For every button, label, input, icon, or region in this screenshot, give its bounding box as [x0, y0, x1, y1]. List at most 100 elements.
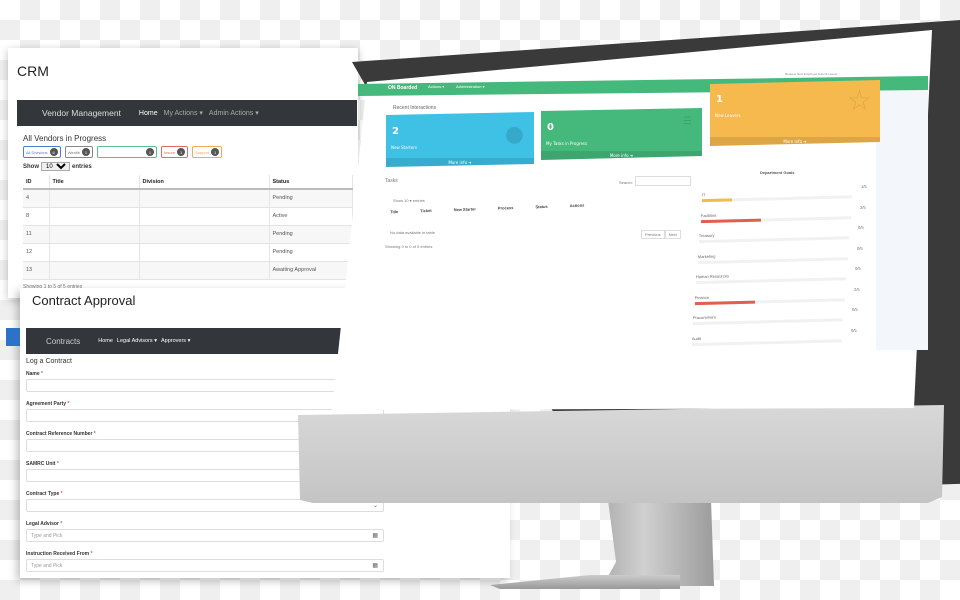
goal-progress-track	[700, 215, 851, 223]
monitor-stand	[596, 500, 714, 586]
required-mark: *	[67, 401, 70, 407]
filter-insure[interactable]: Insure 1	[160, 146, 189, 158]
page-length-select[interactable]: 10	[41, 162, 70, 171]
previous-button[interactable]: Previous	[641, 230, 665, 239]
table-row[interactable]: 11 Pending	[23, 225, 353, 244]
cell-status: Active	[269, 207, 353, 226]
field-instruction-received-from: Instruction Received From * Type and Pic…	[26, 549, 386, 579]
dashboard-nav-actions[interactable]: Actions ▾	[428, 84, 444, 89]
table-row[interactable]: 13 Awaiting Approval	[23, 261, 353, 280]
legal-advisor-picker[interactable]: Type and Pick ▦	[26, 529, 384, 542]
tile-my-tasks[interactable]: ☰ 0 My Tasks in Progress More info ➜	[541, 108, 702, 160]
filter-label: Support	[195, 149, 210, 155]
search-label: Search:	[619, 180, 633, 185]
cell-title	[49, 189, 140, 208]
cell-title	[49, 261, 140, 280]
cell-id: 12	[23, 243, 50, 262]
address-book-icon[interactable]: ▦	[372, 532, 378, 539]
goal-name: Procurement	[692, 314, 716, 321]
crm-title: CRM	[17, 63, 49, 79]
empty-table-message: No data available in table	[390, 230, 435, 235]
tile-label: My Tasks in Progress	[546, 141, 588, 146]
goal-value: 0/5	[856, 245, 863, 251]
goal-name: Audit	[691, 335, 701, 341]
goal-progress-fill	[694, 300, 755, 305]
column-header-division[interactable]: Division	[139, 175, 270, 190]
contract-title: Contract Approval	[32, 293, 136, 308]
cell-id: 4	[23, 189, 50, 208]
more-info-link[interactable]: More info ➜	[386, 160, 534, 165]
column-header-actions[interactable]: Actions	[570, 203, 585, 209]
cell-title	[49, 243, 140, 262]
cell-id: 8	[23, 207, 50, 226]
crm-navbar: Vendor Management Home My Actions ▾ Admi…	[17, 100, 357, 126]
filter-support[interactable]: Support 1	[192, 146, 223, 158]
goal-value: 2/5	[853, 286, 860, 292]
cell-division	[139, 207, 270, 226]
tile-value: 0	[547, 122, 554, 133]
column-header-title[interactable]: Title	[49, 175, 140, 190]
contract-nav-home[interactable]: Home	[98, 338, 113, 344]
contract-nav-approvers[interactable]: Approvers ▾	[161, 338, 190, 344]
tasks-search-input[interactable]	[635, 176, 691, 186]
required-mark: *	[90, 551, 93, 557]
column-header-status[interactable]: Status	[535, 204, 547, 209]
column-header-new-starter[interactable]: New Starter	[454, 206, 476, 212]
monitor-chin	[298, 405, 944, 503]
label-text: Legal Advisor	[26, 521, 59, 527]
contract-brand[interactable]: Contracts	[46, 337, 80, 346]
goal-name: Marketing	[697, 253, 715, 259]
tile-new-leavers[interactable]: ☆ 1 New Leavers More info ➜	[710, 80, 880, 146]
cell-division	[139, 189, 270, 208]
goals-title: Department Goals	[760, 170, 795, 175]
table-row[interactable]: 8 Active	[23, 207, 353, 226]
cell-division	[139, 261, 270, 280]
filter-wealth[interactable]: Wealth 1	[64, 146, 93, 158]
list-icon: ☰	[683, 116, 692, 127]
filter-all-divisions[interactable]: All Divisions 6	[23, 146, 61, 158]
goal-progress-track	[698, 236, 849, 244]
section-title: All Vendors in Progress	[23, 134, 107, 143]
goal-value: 1/5	[861, 183, 867, 189]
table-row[interactable]: 12 Pending	[23, 243, 353, 262]
goal-name: Finance	[694, 294, 709, 300]
tasks-title: Tasks	[385, 178, 398, 184]
field-label: Name *	[26, 369, 386, 379]
label-text: Instruction Received From	[26, 551, 90, 557]
column-header-process[interactable]: Process	[498, 205, 514, 211]
dashboard-nav-administration[interactable]: Administration ▾	[456, 84, 484, 89]
column-header-title[interactable]: Title	[390, 209, 398, 214]
tile-new-starters[interactable]: ● 2 New Starters More info ➜	[386, 112, 534, 167]
quick-links[interactable]: Request New Employee Submit Leaver	[785, 72, 837, 76]
required-mark: *	[93, 431, 96, 437]
crm-nav-admin-actions[interactable]: Admin Actions ▾	[209, 109, 259, 117]
field-name: Name *	[26, 369, 386, 399]
filter-unlabeled[interactable]: 1	[96, 146, 157, 158]
crm-brand[interactable]: Vendor Management	[42, 108, 121, 118]
tile-value: 1	[716, 94, 723, 105]
crm-nav-my-actions[interactable]: My Actions ▾	[164, 109, 203, 117]
cell-status: Pending	[269, 225, 353, 244]
column-header-ticket[interactable]: Ticket	[420, 208, 432, 213]
filter-count: 1	[145, 148, 154, 156]
goal-progress-track	[694, 297, 845, 305]
instruction-received-from-picker[interactable]: Type and Pick ▦	[26, 559, 384, 572]
filter-label: Wealth	[67, 149, 80, 155]
table-row[interactable]: 4 Pending	[23, 189, 353, 208]
field-label: Legal Advisor *	[26, 519, 386, 529]
dashboard-logo[interactable]: ON Boarded	[388, 85, 417, 91]
name-input[interactable]	[26, 379, 384, 392]
label-text: Contract Reference Number	[26, 431, 93, 437]
column-header-id[interactable]: ID	[23, 175, 50, 190]
next-button[interactable]: Next	[664, 230, 681, 239]
address-book-icon[interactable]: ▦	[372, 562, 378, 569]
goal-value: 2/5	[859, 204, 866, 210]
crm-nav-home[interactable]: Home	[139, 110, 158, 117]
user-status[interactable]: Online · 0 0	[866, 36, 884, 40]
column-header-status[interactable]: Status	[269, 175, 353, 190]
tasks-page-length[interactable]: Show 10 ▾ entries	[393, 198, 425, 203]
crm-window: CRM Vendor Management Home My Actions ▾ …	[8, 48, 358, 298]
contract-nav-legal-advisors[interactable]: Legal Advisors ▾	[117, 338, 157, 344]
goal-row: Audit 0/5	[691, 327, 856, 355]
cell-status: Awaiting Approval	[269, 261, 353, 280]
